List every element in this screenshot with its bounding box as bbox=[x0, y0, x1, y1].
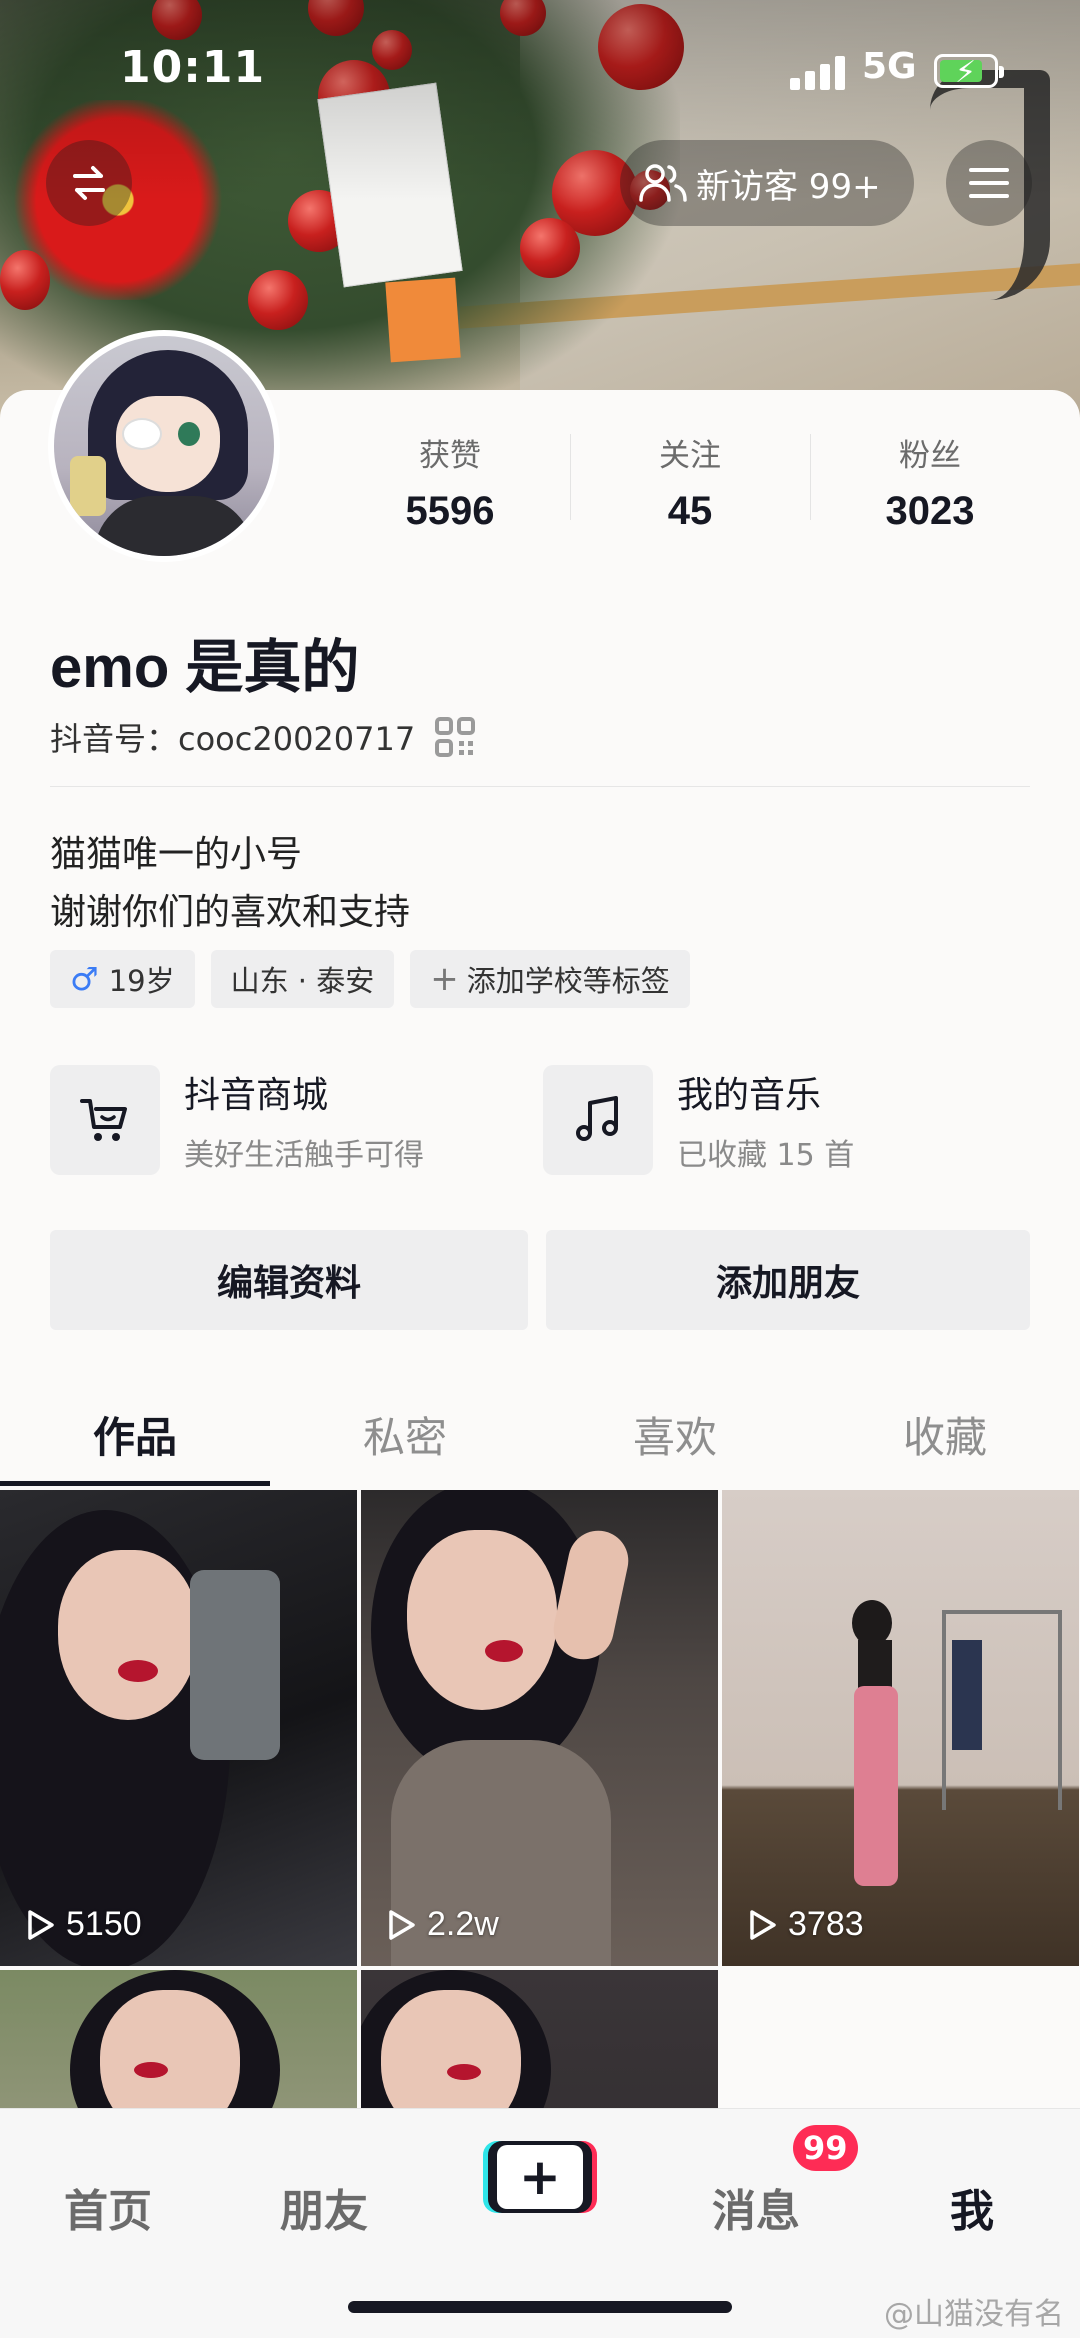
video-thumbnail[interactable]: 3783 bbox=[722, 1490, 1079, 1966]
tag-add-label: 添加学校等标签 bbox=[466, 964, 670, 998]
stat-label: 关注 bbox=[659, 438, 721, 474]
status-time: 10:11 bbox=[120, 42, 266, 93]
shortcut-my-music[interactable]: 我的音乐 已收藏 15 首 bbox=[543, 1064, 854, 1176]
stat-value: 3023 bbox=[885, 489, 975, 533]
music-note-icon bbox=[576, 1096, 618, 1141]
messages-badge: 99 bbox=[793, 2125, 858, 2171]
play-icon bbox=[750, 1909, 776, 1940]
profile-nickname: emo 是真的 bbox=[50, 635, 360, 700]
switch-account-button[interactable] bbox=[46, 140, 132, 226]
watermark: @山猫没有名 bbox=[884, 2297, 1064, 2332]
play-count: 2.2w bbox=[387, 1905, 499, 1944]
tag-age[interactable]: ♂ 19岁 bbox=[50, 950, 195, 1008]
stat-followers[interactable]: 粉丝 3023 bbox=[810, 430, 1050, 540]
tag-location-label: 山东 · 泰安 bbox=[230, 964, 375, 998]
tab-favorites[interactable]: 收藏 bbox=[810, 1390, 1080, 1486]
nav-home[interactable]: 首页 bbox=[64, 2175, 152, 2239]
play-count: 3783 bbox=[748, 1905, 864, 1944]
avatar-image bbox=[54, 336, 274, 556]
bio-line: 猫猫唯一的小号 bbox=[50, 834, 303, 875]
create-video-button[interactable]: + bbox=[488, 2141, 592, 2213]
sc-icon-box bbox=[50, 1065, 160, 1175]
video-thumbnail[interactable]: 2.2w bbox=[361, 1490, 718, 1966]
douyin-id-row[interactable]: 抖音号：cooc20020717 bbox=[50, 714, 476, 760]
charging-bolt-icon: ⚡ bbox=[955, 55, 977, 90]
status-bar: 10:11 5G ⚡ bbox=[0, 42, 1080, 102]
profile-tags: ♂ 19岁 山东 · 泰安 + 添加学校等标签 bbox=[50, 950, 690, 1008]
shortcut-title: 抖音商城 bbox=[184, 1075, 329, 1116]
switch-account-icon bbox=[73, 166, 105, 200]
qr-code-icon[interactable] bbox=[435, 717, 476, 757]
video-thumbnail[interactable]: 5150 bbox=[0, 1490, 357, 1966]
shortcut-subtitle: 已收藏 15 首 bbox=[677, 1138, 855, 1173]
stat-label: 粉丝 bbox=[899, 438, 961, 474]
add-friends-button[interactable]: 添加朋友 bbox=[546, 1230, 1030, 1330]
profile-divider bbox=[50, 786, 1030, 787]
cover-price-label bbox=[385, 277, 461, 363]
play-icon bbox=[28, 1909, 54, 1940]
play-count-value: 5150 bbox=[66, 1905, 142, 1943]
visitors-icon bbox=[639, 164, 687, 202]
shortcut-title: 我的音乐 bbox=[677, 1075, 822, 1116]
avatar[interactable] bbox=[48, 330, 280, 562]
network-type: 5G bbox=[862, 46, 917, 87]
profile-stats: 获赞 5596 关注 45 粉丝 3023 bbox=[330, 430, 1050, 540]
battery-icon: ⚡ bbox=[934, 54, 1004, 90]
play-count: 5150 bbox=[26, 1905, 142, 1944]
nav-friends[interactable]: 朋友 bbox=[280, 2175, 368, 2239]
plus-icon: + bbox=[497, 2145, 583, 2209]
hamburger-menu-icon bbox=[969, 168, 1009, 198]
tab-works[interactable]: 作品 bbox=[0, 1390, 270, 1486]
tag-age-label: 19岁 bbox=[108, 964, 175, 998]
play-count-value: 3783 bbox=[788, 1905, 864, 1943]
tag-location[interactable]: 山东 · 泰安 bbox=[210, 950, 395, 1008]
douyin-id: 抖音号：cooc20020717 bbox=[50, 720, 416, 758]
shortcut-douyin-mall[interactable]: 抖音商城 美好生活触手可得 bbox=[50, 1064, 424, 1176]
ornament bbox=[520, 218, 580, 278]
menu-button[interactable] bbox=[946, 140, 1032, 226]
stat-label: 获赞 bbox=[419, 438, 481, 474]
ornament bbox=[248, 270, 308, 330]
stat-likes[interactable]: 获赞 5596 bbox=[330, 430, 570, 540]
bio-line: 谢谢你们的喜欢和支持 bbox=[50, 892, 411, 933]
shortcut-subtitle: 美好生活触手可得 bbox=[184, 1138, 424, 1173]
home-indicator[interactable] bbox=[348, 2301, 732, 2313]
play-count-value: 2.2w bbox=[427, 1905, 499, 1943]
cellular-signal-icon bbox=[790, 56, 846, 90]
stat-following[interactable]: 关注 45 bbox=[570, 430, 810, 540]
profile-tabs: 作品 私密 喜欢 收藏 bbox=[0, 1390, 1080, 1486]
stat-value: 45 bbox=[667, 489, 713, 533]
plus-icon: + bbox=[430, 959, 459, 999]
bottom-navigation: 首页 朋友 + 消息 99 我 @山猫没有名 bbox=[0, 2108, 1080, 2338]
male-gender-icon: ♂ bbox=[70, 960, 99, 998]
tab-likes[interactable]: 喜欢 bbox=[540, 1390, 810, 1486]
ornament bbox=[0, 250, 50, 310]
tag-add-school[interactable]: + 添加学校等标签 bbox=[410, 950, 690, 1008]
nav-me[interactable]: 我 bbox=[950, 2175, 994, 2239]
edit-profile-button[interactable]: 编辑资料 bbox=[50, 1230, 528, 1330]
tab-private[interactable]: 私密 bbox=[270, 1390, 540, 1486]
play-icon bbox=[389, 1909, 415, 1940]
new-visitors-label: 新访客 99+ bbox=[696, 166, 881, 207]
profile-bio: 猫猫唯一的小号 谢谢你们的喜欢和支持 bbox=[50, 826, 410, 942]
stat-value: 5596 bbox=[405, 489, 495, 533]
new-visitors-button[interactable]: 新访客 99+ bbox=[620, 140, 914, 226]
sc-icon-box bbox=[543, 1065, 653, 1175]
nav-messages[interactable]: 消息 bbox=[712, 2175, 800, 2239]
shopping-cart-icon bbox=[80, 1099, 127, 1141]
